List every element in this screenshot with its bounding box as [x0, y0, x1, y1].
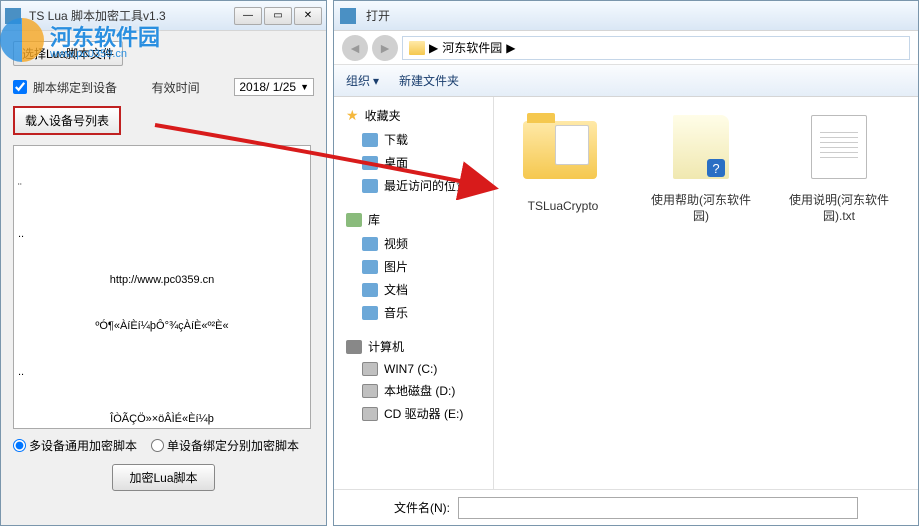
- file-item-chm[interactable]: 使用帮助(河东软件园): [646, 111, 756, 224]
- recent-icon: [362, 179, 378, 193]
- desktop-icon: [362, 156, 378, 170]
- sidebar-item-pictures[interactable]: 图片: [334, 255, 493, 278]
- sidebar-item-recent[interactable]: 最近访问的位置: [334, 174, 493, 197]
- sidebar-libraries[interactable]: 库: [334, 207, 493, 232]
- encrypt-lua-button[interactable]: 加密Lua脚本: [112, 464, 214, 491]
- breadcrumb-path[interactable]: ▶ 河东软件园 ▶: [402, 36, 910, 60]
- file-label: TSLuaCrypto: [508, 199, 618, 215]
- file-open-dialog: 打开 ◄ ► ▶ 河东软件园 ▶ 组织 ▾ 新建文件夹 ★收藏夹 下载 桌面 最…: [333, 0, 919, 526]
- folder-icon: [409, 41, 425, 55]
- video-icon: [362, 237, 378, 251]
- sidebar-item-videos[interactable]: 视频: [334, 232, 493, 255]
- multi-device-radio-label[interactable]: 多设备通用加密脚本: [13, 437, 137, 454]
- valid-time-datepicker[interactable]: 2018/ 1/25 ▼: [234, 78, 314, 96]
- sidebar-computer[interactable]: 计算机: [334, 334, 493, 359]
- document-icon: [362, 283, 378, 297]
- folder-icon: [523, 121, 597, 179]
- minimize-button[interactable]: —: [234, 7, 262, 25]
- watermark-logo-icon: [0, 18, 44, 62]
- close-button[interactable]: ✕: [294, 7, 322, 25]
- sidebar-item-music[interactable]: 音乐: [334, 301, 493, 324]
- new-folder-button[interactable]: 新建文件夹: [399, 72, 459, 89]
- watermark-overlay: 河东软件园 www.pc0359.cn: [0, 18, 160, 62]
- library-icon: [346, 213, 362, 227]
- computer-icon: [346, 340, 362, 354]
- bind-device-label: 脚本绑定到设备: [33, 79, 117, 96]
- text-file-icon: [811, 115, 867, 179]
- sidebar-favorites[interactable]: ★收藏夹: [334, 103, 493, 128]
- sidebar-item-downloads[interactable]: 下载: [334, 128, 493, 151]
- music-icon: [362, 306, 378, 320]
- date-value: 2018/ 1/25: [239, 80, 296, 94]
- dialog-title: 打开: [366, 7, 390, 24]
- file-item-txt[interactable]: 使用说明(河东软件园).txt: [784, 111, 894, 224]
- bind-device-checkbox[interactable]: [13, 80, 27, 94]
- dialog-toolbar: 组织 ▾ 新建文件夹: [334, 65, 918, 97]
- drive-icon: [362, 362, 378, 376]
- drive-icon: [362, 384, 378, 398]
- single-device-radio-label[interactable]: 单设备绑定分别加密脚本: [151, 437, 299, 454]
- navigation-sidebar: ★收藏夹 下载 桌面 最近访问的位置 库 视频 图片 文档 音乐 计算机 WIN…: [334, 97, 494, 489]
- chevron-down-icon: ▼: [300, 82, 309, 92]
- breadcrumb-folder[interactable]: 河东软件园: [442, 39, 502, 56]
- nav-forward-button[interactable]: ►: [372, 35, 398, 61]
- valid-time-label: 有效时间: [152, 79, 200, 96]
- files-pane[interactable]: TSLuaCrypto 使用帮助(河东软件园) 使用说明(河东软件园).txt: [494, 97, 918, 489]
- sidebar-item-drive-c[interactable]: WIN7 (C:): [334, 359, 493, 379]
- filename-label: 文件名(N):: [394, 499, 450, 516]
- nav-back-button[interactable]: ◄: [342, 35, 368, 61]
- star-icon: ★: [346, 107, 359, 124]
- lua-crypto-window: TS Lua 脚本加密工具v1.3 — ▭ ✕ 选择Lua脚本文件 脚本绑定到设…: [0, 0, 327, 526]
- filename-input[interactable]: [458, 497, 858, 519]
- maximize-button[interactable]: ▭: [264, 7, 292, 25]
- help-file-icon: [673, 115, 729, 179]
- dialog-icon: [340, 8, 356, 24]
- file-label: 使用帮助(河东软件园): [646, 193, 756, 224]
- sidebar-item-drive-e[interactable]: CD 驱动器 (E:): [334, 402, 493, 425]
- multi-device-radio[interactable]: [13, 439, 26, 452]
- load-device-list-button[interactable]: 载入设备号列表: [13, 106, 121, 135]
- sidebar-item-drive-d[interactable]: 本地磁盘 (D:): [334, 379, 493, 402]
- organize-menu[interactable]: 组织 ▾: [346, 72, 379, 89]
- filename-bar: 文件名(N):: [334, 489, 918, 525]
- single-device-radio[interactable]: [151, 439, 164, 452]
- download-icon: [362, 133, 378, 147]
- breadcrumb-sep2: ▶: [506, 41, 515, 55]
- breadcrumb-bar: ◄ ► ▶ 河东软件园 ▶: [334, 31, 918, 65]
- script-content-textarea[interactable]: ¨ .. http://www.pc0359.cn ºÓ¶«ÀíÈí¼þÔ°¾ç…: [13, 145, 311, 429]
- dialog-title-bar: 打开: [334, 1, 918, 31]
- sidebar-item-documents[interactable]: 文档: [334, 278, 493, 301]
- file-label: 使用说明(河东软件园).txt: [784, 193, 894, 224]
- chevron-down-icon: ▾: [373, 74, 379, 88]
- cd-drive-icon: [362, 407, 378, 421]
- picture-icon: [362, 260, 378, 274]
- sidebar-item-desktop[interactable]: 桌面: [334, 151, 493, 174]
- breadcrumb-sep: ▶: [429, 41, 438, 55]
- file-item-folder[interactable]: TSLuaCrypto: [508, 111, 618, 215]
